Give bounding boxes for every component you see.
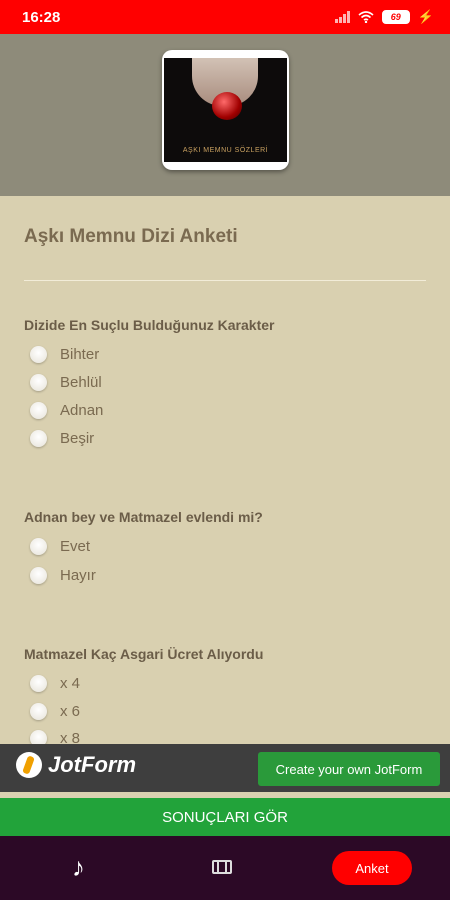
charging-icon: ⚡ xyxy=(417,9,434,24)
battery-icon: 69 xyxy=(381,10,410,24)
radio-option-besir[interactable]: Beşir xyxy=(30,427,94,449)
survey-form: Aşkı Memnu Dizi Anketi Dizide En Suçlu B… xyxy=(0,196,450,744)
question-label: Dizide En Suçlu Bulduğunuz Karakter xyxy=(24,317,275,333)
music-note-icon[interactable]: ♪ xyxy=(72,852,85,882)
radio-button[interactable] xyxy=(30,429,47,447)
anket-tab-button[interactable]: Anket xyxy=(332,851,412,885)
option-label: x 8 xyxy=(60,729,81,745)
logo-image: AŞKI MEMNU SÖZLERİ xyxy=(164,58,287,162)
option-label: Hayır xyxy=(60,566,96,584)
radio-button[interactable] xyxy=(30,345,47,363)
logo-caption: AŞKI MEMNU SÖZLERİ xyxy=(182,147,269,154)
title-divider xyxy=(24,280,426,281)
signal-icon xyxy=(334,11,350,23)
form-header: AŞKI MEMNU SÖZLERİ xyxy=(0,34,450,196)
option-label: Beşir xyxy=(60,429,95,447)
film-icon[interactable] xyxy=(212,860,232,874)
radio-option-bihter[interactable]: Bihter xyxy=(30,343,99,365)
radio-option-adnan[interactable]: Adnan xyxy=(30,399,103,421)
see-results-button[interactable]: SONUÇLARI GÖR xyxy=(0,798,450,836)
question-label: Adnan bey ve Matmazel evlendi mi? xyxy=(24,509,263,525)
radio-button[interactable] xyxy=(30,729,47,744)
jotform-bar: JotForm Create your own JotForm xyxy=(0,744,450,792)
radio-option-x8[interactable]: x 8 xyxy=(30,727,80,744)
radio-option-behlul[interactable]: Behlül xyxy=(30,371,102,393)
option-label: x 4 xyxy=(60,674,81,692)
question-label: Matmazel Kaç Asgari Ücret Alıyordu xyxy=(24,646,264,662)
option-label: Bihter xyxy=(60,345,100,363)
radio-button[interactable] xyxy=(30,373,47,391)
option-label: Adnan xyxy=(60,401,104,419)
status-icons: 69 ⚡ xyxy=(334,9,434,25)
apple-image xyxy=(212,92,242,120)
wifi-icon xyxy=(358,11,374,23)
form-logo: AŞKI MEMNU SÖZLERİ xyxy=(162,50,289,170)
form-title: Aşkı Memnu Dizi Anketi xyxy=(24,226,238,247)
radio-button[interactable] xyxy=(30,537,47,555)
radio-button[interactable] xyxy=(30,401,47,419)
radio-button[interactable] xyxy=(30,702,47,720)
jotform-logo[interactable]: JotForm xyxy=(16,752,136,778)
radio-button[interactable] xyxy=(30,566,47,584)
create-jotform-button[interactable]: Create your own JotForm xyxy=(258,752,440,786)
radio-option-x6[interactable]: x 6 xyxy=(30,700,80,722)
option-label: Evet xyxy=(60,537,91,555)
radio-button[interactable] xyxy=(30,674,47,692)
option-label: Behlül xyxy=(60,373,102,391)
jotform-brand: JotForm xyxy=(48,752,136,777)
status-bar: 16:28 69 ⚡ xyxy=(0,0,450,34)
radio-option-hayir[interactable]: Hayır xyxy=(30,564,96,586)
radio-option-x4[interactable]: x 4 xyxy=(30,672,80,694)
radio-option-evet[interactable]: Evet xyxy=(30,535,90,557)
bottom-nav: ♪ Anket xyxy=(0,836,450,900)
status-time: 16:28 xyxy=(22,9,61,26)
jotform-icon xyxy=(16,752,42,778)
option-label: x 6 xyxy=(60,702,81,720)
